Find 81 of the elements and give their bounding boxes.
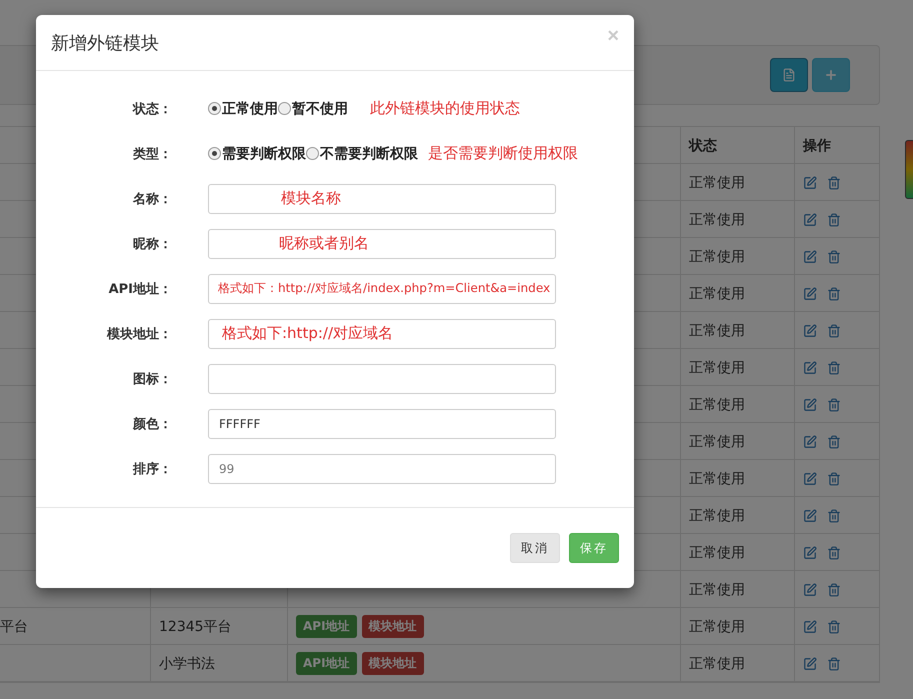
field-label: 图标： [132,370,172,388]
input-field[interactable]: 格式如下:http://对应域名 [208,318,556,348]
trash-icon[interactable] [827,250,841,264]
input-field[interactable]: 昵称或者别名 [208,228,556,258]
modal-title: 新增外链模块 [51,32,159,54]
trash-icon[interactable] [827,434,841,448]
link-badge[interactable]: API地址 [296,652,357,675]
field-label: 类型： [132,146,172,162]
level-meter-icon [905,140,913,199]
edit-icon[interactable] [803,176,817,190]
column-header: 状态 [688,136,718,156]
status-text: 正常使用 [689,580,745,598]
input-field[interactable]: 99 [208,454,556,484]
edit-icon[interactable] [803,212,817,226]
trash-icon[interactable] [827,582,841,596]
hint-text: 此外链模块的使用状态 [370,99,520,118]
edit-icon[interactable] [803,472,817,486]
status-text: 正常使用 [689,284,745,302]
status-text: 正常使用 [689,432,745,450]
radio-option[interactable]: 正常使用 [208,100,278,118]
field-label: 模块地址： [106,326,172,342]
status-text: 正常使用 [689,396,745,414]
input-field[interactable]: 格式如下：http://对应域名/index.php?m=Client&a=index [208,274,556,304]
trash-icon[interactable] [827,472,841,486]
add-button[interactable] [812,58,850,92]
status-text: 正常使用 [689,322,745,340]
table-cell: 小学书法 [159,654,215,672]
edit-icon[interactable] [803,324,817,338]
status-text: 正常使用 [689,618,745,636]
edit-icon[interactable] [803,434,817,448]
column-header: 操作 [802,136,832,156]
status-text: 正常使用 [689,358,745,376]
radio-option[interactable]: 暂不使用 [278,100,348,118]
field-label: 昵称： [132,236,172,252]
cancel-button[interactable]: 取消 [510,533,560,563]
edit-icon[interactable] [803,656,817,670]
field-label: 状态： [131,100,172,118]
trash-icon[interactable] [827,508,841,522]
trash-icon[interactable] [827,360,841,374]
trash-icon[interactable] [827,286,841,300]
edit-icon[interactable] [803,582,817,596]
trash-icon[interactable] [827,656,841,670]
edit-icon[interactable] [803,360,817,374]
status-text: 正常使用 [689,654,745,672]
input-field[interactable]: 模块名称 [208,184,556,214]
edit-icon[interactable] [803,250,817,264]
status-text: 正常使用 [689,544,745,562]
edit-icon[interactable] [803,546,817,560]
link-badge[interactable]: 模块地址 [362,652,424,675]
trash-icon[interactable] [827,398,841,412]
status-text: 正常使用 [689,248,745,266]
status-text: 正常使用 [689,506,745,524]
table-cell: 12345平台 [159,618,232,636]
document-icon [782,68,796,82]
save-button[interactable]: 保存 [569,533,619,563]
document-button[interactable] [770,58,808,92]
trash-icon[interactable] [827,620,841,634]
edit-icon[interactable] [803,286,817,300]
field-label: 名称： [132,190,172,208]
edit-icon[interactable] [803,508,817,522]
add-icon [824,68,838,82]
edit-icon[interactable] [803,620,817,634]
hint-text: 是否需要判断使用权限 [428,144,578,163]
trash-icon[interactable] [827,546,841,560]
radio-option[interactable]: 需要判断权限 [208,144,306,162]
status-text: 正常使用 [689,174,745,192]
status-text: 正常使用 [689,470,745,488]
field-label: 排序： [132,460,172,478]
input-field[interactable]: FFFFFF [208,408,556,438]
trash-icon[interactable] [827,176,841,190]
input-field[interactable] [208,364,556,394]
trash-icon[interactable] [827,324,841,338]
field-label: 颜色： [132,416,172,432]
edit-icon[interactable] [803,398,817,412]
radio-option[interactable]: 不需要判断权限 [306,144,418,162]
link-badge[interactable]: API地址 [296,615,357,638]
field-label: API地址： [108,280,172,298]
status-text: 正常使用 [689,210,745,228]
link-badge[interactable]: 模块地址 [362,615,424,638]
trash-icon[interactable] [827,212,841,226]
table-cell: 平台 [0,618,28,636]
